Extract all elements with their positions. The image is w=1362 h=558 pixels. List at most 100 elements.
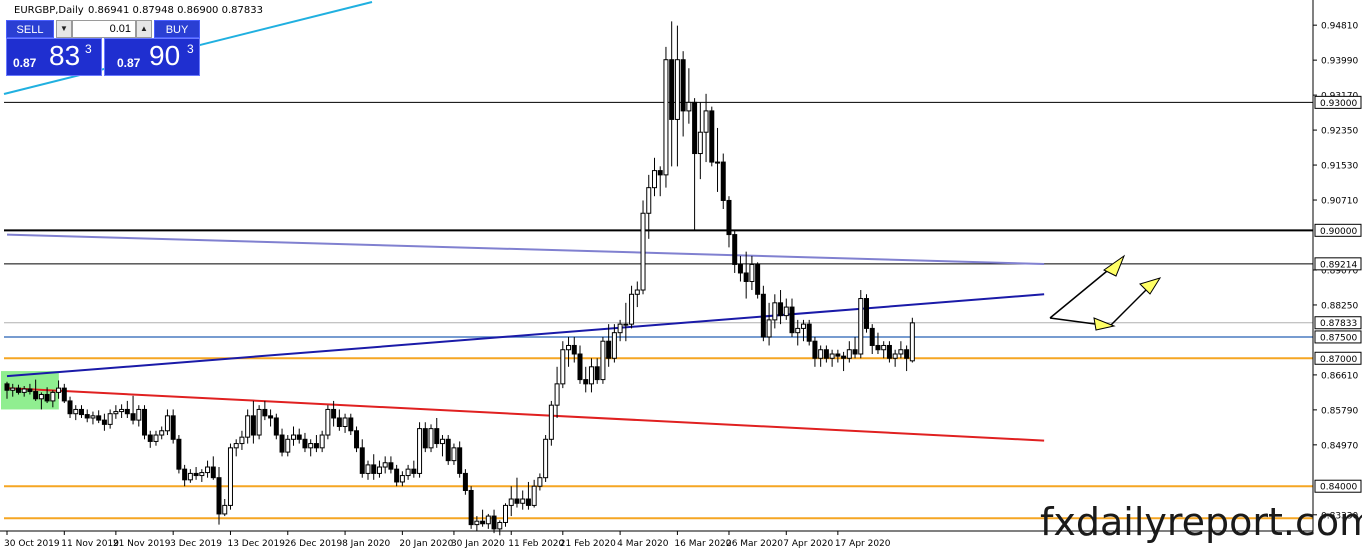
candle-body-down [130, 413, 136, 421]
candle-body-up [417, 428, 423, 474]
candle-body-down [812, 340, 818, 359]
candle-body-up [21, 388, 27, 393]
candle-body-down [359, 447, 365, 474]
candle-body-down [4, 383, 10, 391]
candle-body-down [15, 387, 21, 393]
candle-body-down [841, 355, 847, 359]
candle-body-up [646, 187, 652, 214]
candlestick-chart: 0.948100.939900.931700.923500.915300.907… [0, 0, 1362, 554]
candle-body-down [182, 468, 188, 481]
time-tick-label: 21 Feb 2020 [560, 539, 616, 549]
candle-body-up [405, 468, 411, 477]
candle-body-up [227, 447, 233, 506]
candle-body-down [823, 349, 829, 359]
price-tick-label: 0.85790 [1321, 406, 1358, 416]
candle-body-down [78, 408, 84, 416]
candle-body-up [560, 349, 566, 385]
price-tick-label: 0.86610 [1321, 371, 1358, 381]
candle-body-down [296, 434, 302, 440]
candle-body-down [835, 353, 841, 357]
candle-body-down [331, 408, 337, 419]
candle-body-up [800, 323, 806, 329]
candle-body-down [726, 199, 732, 236]
price-tick-label: 0.92350 [1321, 127, 1358, 137]
candle-body-up [674, 59, 680, 120]
candle-body-up [107, 413, 113, 425]
candle-body-up [199, 472, 205, 477]
candle-body-up [159, 430, 165, 436]
time-tick-label: 17 Apr 2020 [835, 539, 891, 549]
candle-body-up [749, 263, 755, 282]
candle-body-up [772, 302, 778, 321]
candle-body-down [886, 344, 892, 359]
candle-body-up [439, 438, 445, 445]
time-tick-label: 3 Dec 2019 [170, 539, 222, 549]
ask-price-button[interactable]: 0.87 90 3 [104, 38, 200, 76]
candle-body-down [514, 498, 520, 504]
bid-price-button[interactable]: 0.87 83 3 [6, 38, 102, 76]
candle-body-up [617, 323, 623, 334]
candle-body-down [594, 366, 600, 381]
sell-button[interactable]: SELL [6, 20, 54, 38]
candle-body-up [554, 383, 560, 406]
candle-body-down [904, 349, 910, 359]
ask-price-prefix: 0.87 [117, 56, 141, 70]
price-tick-label: 0.88250 [1321, 301, 1358, 311]
candle-body-up [285, 438, 291, 453]
candle-body-down [147, 434, 153, 442]
candle-body-up [795, 327, 801, 334]
candle-body-up [239, 436, 245, 445]
candle-body-up [697, 131, 703, 155]
candle-body-down [571, 344, 577, 355]
candle-body-down [732, 234, 738, 265]
lot-size-input[interactable]: 0.01 [72, 20, 136, 38]
candle-body-up [73, 408, 79, 415]
candle-body-down [583, 379, 589, 385]
candle-body-up [153, 434, 159, 442]
candle-body-up [291, 434, 296, 440]
candle-body-up [451, 447, 457, 462]
candle-body-up [485, 515, 491, 525]
candle-body-down [250, 415, 256, 436]
candle-body-up [634, 289, 640, 295]
candle-body-down [67, 400, 73, 415]
price-tick-label: 0.93990 [1321, 57, 1358, 67]
candle-body-down [411, 468, 417, 474]
price-tick-label: 0.94810 [1321, 22, 1358, 32]
candle-body-down [462, 472, 468, 491]
candle-body-up [543, 438, 549, 479]
candle-body-down [216, 477, 222, 515]
time-tick-label: 20 Jan 2020 [399, 539, 453, 549]
price-tag-label: 0.90000 [1320, 227, 1357, 237]
candle-body-up [531, 485, 537, 506]
candle-body-down [491, 515, 497, 530]
price-tag-label: 0.87833 [1320, 319, 1357, 329]
lot-increase-button[interactable]: ▲ [136, 20, 152, 38]
candle-body-up [818, 349, 824, 359]
lot-decrease-button[interactable]: ▼ [56, 20, 72, 38]
price-tag-label: 0.93000 [1320, 99, 1357, 109]
candle-body-down [789, 306, 795, 334]
candle-body-down [176, 438, 182, 470]
candle-body-down [755, 263, 761, 295]
candle-body-up [497, 521, 503, 530]
time-tick-label: 30 Oct 2019 [4, 539, 60, 549]
price-tick-label: 0.91530 [1321, 162, 1358, 172]
candle-body-up [10, 387, 16, 391]
time-tick-label: 11 Feb 2020 [508, 539, 564, 549]
candle-body-down [193, 472, 199, 477]
candle-body-down [480, 520, 486, 525]
candle-body-down [84, 414, 90, 419]
watermark: fxdailyreport.com [1040, 500, 1362, 544]
candle-body-up [548, 404, 554, 440]
candle-body-up [319, 434, 325, 449]
candle-body-up [600, 340, 606, 381]
candle-body-up [256, 408, 262, 436]
candle-body-up [829, 353, 835, 359]
candle-body-up [611, 332, 617, 359]
candle-body-up [233, 443, 239, 449]
candle-body-down [778, 302, 784, 317]
buy-button[interactable]: BUY [154, 20, 200, 38]
candle-body-down [33, 391, 39, 400]
candle-body-up [629, 293, 635, 325]
